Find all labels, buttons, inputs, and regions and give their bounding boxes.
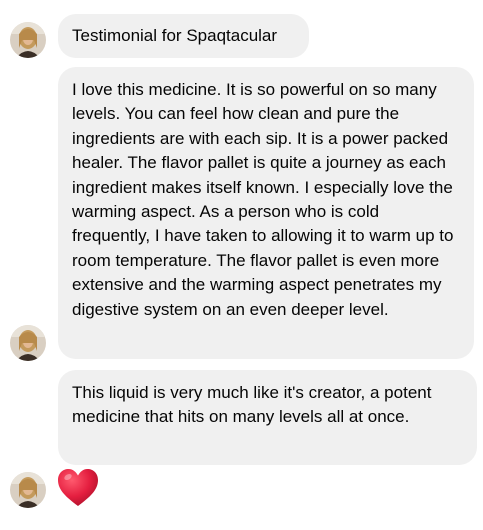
- heart-icon[interactable]: [56, 466, 100, 510]
- sender-avatar[interactable]: [10, 22, 46, 58]
- message-bubble[interactable]: This liquid is very much like it's creat…: [58, 370, 477, 465]
- message-text: Testimonial for Spaqtacular: [72, 26, 278, 45]
- message-thread: Testimonial for Spaqtacular I love this …: [0, 0, 483, 530]
- sender-avatar[interactable]: [10, 325, 46, 361]
- message-text: I love this medicine. It is so powerful …: [72, 80, 454, 319]
- message-bubble[interactable]: Testimonial for Spaqtacular: [58, 14, 309, 58]
- sender-avatar[interactable]: [10, 472, 46, 508]
- message-bubble[interactable]: I love this medicine. It is so powerful …: [58, 67, 474, 359]
- message-text: This liquid is very much like it's creat…: [72, 383, 432, 427]
